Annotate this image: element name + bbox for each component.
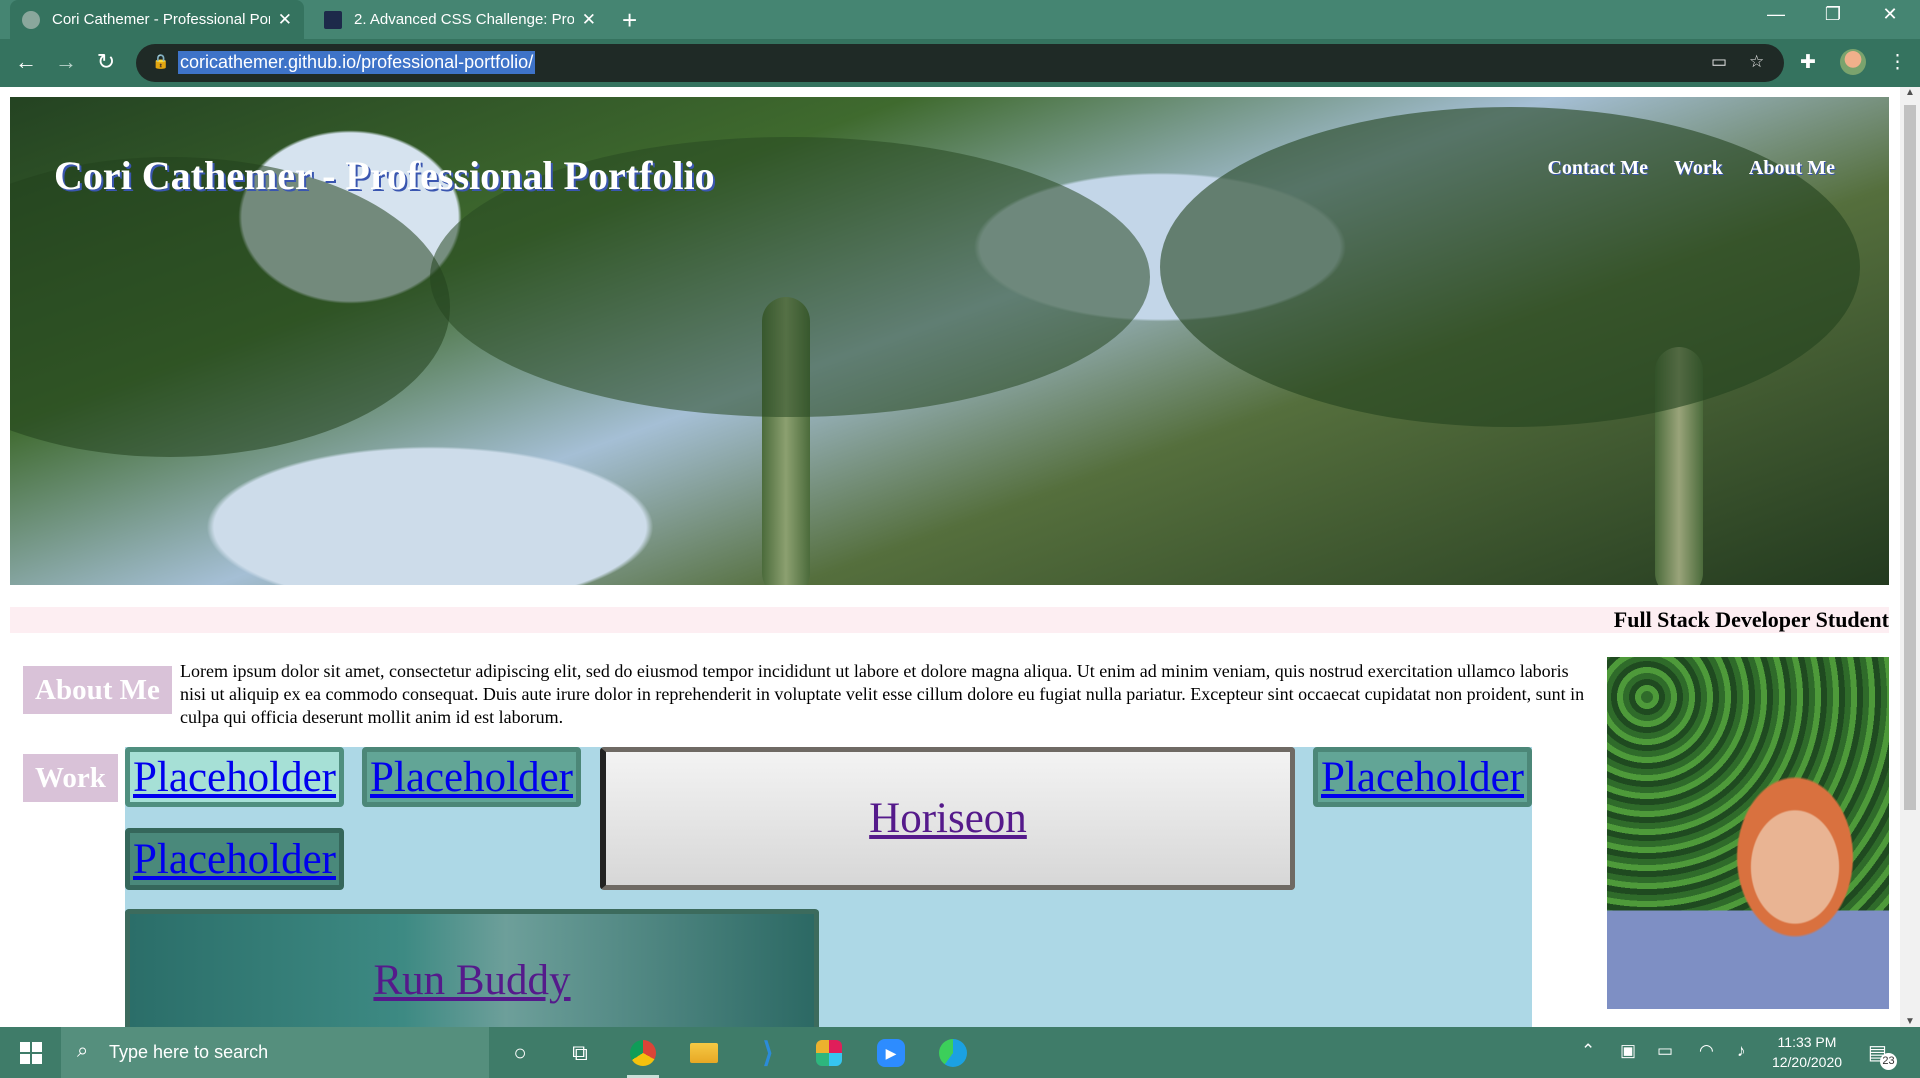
device-icon[interactable]: ▣ [1620,1041,1636,1061]
site-favicon-icon [324,10,342,29]
about-me-text: Lorem ipsum dolor sit amet, consectetur … [180,661,1585,727]
palm-frond [10,157,450,457]
bookmark-star-icon[interactable]: ☆ [1749,52,1764,72]
clock-date: 12/20/2020 [1771,1054,1843,1070]
page-scrollbar[interactable]: ▲ ▼ [1900,87,1920,1027]
main-nav: Contact Me Work About Me [1547,157,1835,180]
page-viewport: Cori Cathemer - Professional Portfolio C… [0,87,1900,1027]
tab-challenge[interactable]: 2. Advanced CSS Challenge: Prof ✕ [312,0,608,39]
volume-icon[interactable]: ♪ [1737,1041,1746,1061]
search-placeholder: Type here to search [109,1042,269,1062]
file-explorer-icon[interactable] [690,1043,718,1063]
project-link[interactable]: Placeholder [370,753,573,802]
minimize-button[interactable]: — [1756,4,1796,25]
chrome-taskbar-button[interactable] [627,1037,659,1078]
notification-badge: 23 [1880,1053,1897,1070]
task-view-icon[interactable]: ⧉ [564,1037,596,1069]
restore-button[interactable]: ❐ [1813,4,1853,25]
profile-avatar[interactable] [1840,49,1866,75]
back-arrow-icon[interactable]: ← [12,49,40,75]
tab-title: 2. Advanced CSS Challenge: Prof [354,11,574,28]
lock-icon[interactable]: 🔒 [152,53,169,70]
browser-toolbar: ← → ↻ 🔒 coricathemer.github.io/professio… [0,39,1920,87]
work-gallery: Placeholder Placeholder Horiseon Placeho… [125,747,1532,1027]
project-card[interactable]: Placeholder [362,747,581,807]
wifi-icon[interactable]: ◠ [1699,1041,1714,1061]
close-icon[interactable]: ✕ [278,10,292,30]
project-card[interactable]: Placeholder [1313,747,1532,807]
nav-contact-me[interactable]: Contact Me [1547,157,1648,180]
tagline-bar: Full Stack Developer Student [10,607,1889,633]
profile-photo [1607,657,1889,1009]
edge-icon[interactable] [939,1039,967,1067]
about-me-heading: About Me [23,666,172,714]
project-card[interactable]: Placeholder [125,747,344,807]
hero-header: Cori Cathemer - Professional Portfolio C… [10,97,1889,585]
clock-time: 11:33 PM [1777,1034,1837,1050]
extensions-puzzle-icon[interactable]: ✚ [1800,51,1816,74]
browser-tab-strip: Cori Cathemer - Professional Por ✕ 2. Ad… [0,0,1920,39]
search-icon: ⌕ [77,1040,89,1062]
forward-arrow-icon[interactable]: → [52,49,80,75]
tagline: Full Stack Developer Student [1613,607,1889,632]
windows-start-icon[interactable] [20,1042,42,1064]
tab-portfolio[interactable]: Cori Cathemer - Professional Por ✕ [10,0,304,39]
address-bar[interactable]: 🔒 coricathemer.github.io/professional-po… [136,44,1784,82]
taskbar-search[interactable]: ⌕ Type here to search [61,1027,489,1078]
url-text[interactable]: coricathemer.github.io/professional-port… [178,51,536,74]
project-link[interactable]: Placeholder [133,753,336,802]
project-card-run-buddy[interactable]: Run Buddy [125,909,819,1027]
nav-work[interactable]: Work [1674,157,1723,180]
cortana-circle-icon[interactable]: ○ [504,1037,536,1069]
scroll-up-icon[interactable]: ▲ [1900,87,1920,98]
nav-about-me[interactable]: About Me [1749,157,1835,180]
project-link[interactable]: Placeholder [1321,753,1524,802]
tab-title: Cori Cathemer - Professional Por [52,11,270,28]
chevron-up-icon[interactable]: ⌃ [1581,1041,1595,1061]
reload-icon[interactable]: ↻ [92,49,120,75]
close-icon[interactable]: ✕ [582,10,596,30]
palm-frond [1160,107,1860,427]
work-heading: Work [23,754,118,802]
slack-icon[interactable] [816,1040,842,1066]
battery-icon[interactable]: ▭ [1657,1041,1673,1061]
vscode-icon[interactable]: ⟩ [752,1037,784,1069]
zoom-icon[interactable]: ▶ [877,1039,905,1067]
project-card[interactable]: Placeholder [125,828,344,890]
project-link-horiseon[interactable]: Horiseon [869,794,1027,843]
globe-icon [22,10,40,29]
project-link[interactable]: Placeholder [133,835,336,884]
scroll-down-icon[interactable]: ▼ [1900,1016,1920,1027]
windows-taskbar: ⌕ Type here to search ○ ⧉ ⟩ ▶ ⌃ ▣ ▭ ◠ ♪ … [0,1027,1920,1078]
window-close-button[interactable]: ✕ [1870,4,1910,25]
scrollbar-thumb[interactable] [1904,105,1916,810]
project-card-horiseon[interactable]: Horiseon [600,747,1295,890]
menu-kebab-icon[interactable]: ⋮ [1888,51,1907,74]
new-tab-button[interactable]: + [622,5,637,36]
site-title: Cori Cathemer - Professional Portfolio [54,153,715,198]
chrome-icon [630,1040,656,1066]
cast-icon[interactable]: ▭ [1711,52,1727,72]
system-clock[interactable]: 11:33 PM 12/20/2020 [1762,1032,1852,1072]
project-link-run-buddy[interactable]: Run Buddy [373,956,570,1005]
